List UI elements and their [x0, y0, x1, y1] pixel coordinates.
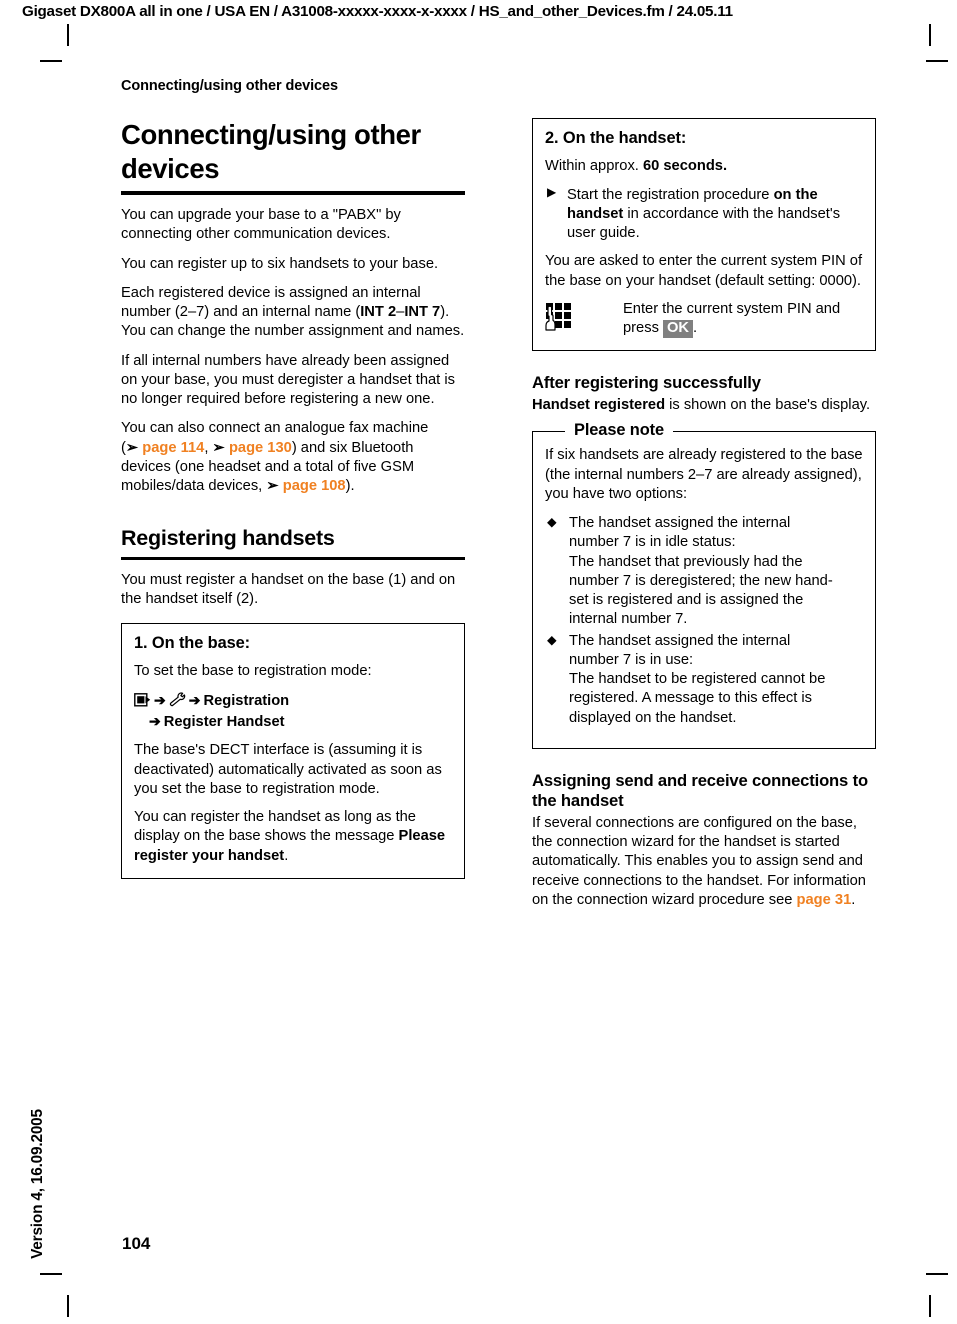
option-2-line-1: The handset assigned the internal [569, 632, 791, 649]
path-separator-arrow-3: ➔ [149, 712, 161, 729]
link-page-108[interactable]: page 108 [283, 478, 346, 494]
option-1-line-2: number 7 is in idle status: [569, 534, 736, 551]
section-intro-paragraph: You must register a handset on the base … [121, 571, 456, 607]
option-2-line-3: The handset to be registered cannot be [569, 671, 826, 688]
subsection-heading-after-registering: After registering successfully [532, 373, 761, 393]
procedure-bullet-list: Start the registration procedure on the … [545, 185, 863, 244]
paragraph-internal-name: Each registered device is assigned an in… [121, 284, 465, 342]
bold-int-2: INT 2 [360, 304, 397, 321]
list-item: The handset assigned the internal number… [545, 632, 863, 728]
arrow-icon: ➢ [266, 478, 283, 495]
text-comma: , [204, 439, 209, 456]
text-fragment: Within approx. [545, 158, 643, 175]
ok-key-badge[interactable]: OK [663, 320, 694, 339]
assigning-connections-body: If several connections are configured on… [532, 814, 876, 910]
menu-path-line-2: ➔ Register Handset [134, 712, 452, 733]
please-note-options-list: The handset assigned the internal number… [545, 514, 863, 728]
text-fragment: is shown on the base's display. [665, 397, 871, 414]
keypad-with-hand-icon [545, 302, 575, 332]
option-2-line-2: number 7 is in use: [569, 651, 694, 668]
list-item: The handset assigned the internal number… [545, 514, 863, 630]
text-period: . [851, 891, 856, 908]
arrow-icon: ➢ [212, 439, 229, 456]
text-period: . [693, 320, 698, 337]
link-page-31[interactable]: page 31 [797, 892, 852, 908]
bold-60-seconds: 60 seconds. [642, 158, 728, 175]
callout-paragraph-dect: The base's DECT interface is (assuming i… [134, 742, 442, 797]
option-1-line-4: number 7 is deregistered; the new hand- [569, 572, 833, 589]
intro-paragraph-2: You can register up to six handsets to y… [121, 255, 439, 272]
subsection-heading-assigning-connections: Assigning send and receive connections t… [532, 770, 868, 811]
paragraph-deregister: If all internal numbers have already bee… [121, 352, 455, 408]
bold-handset-registered: Handset registered [532, 397, 666, 414]
section-heading-registering-handsets: Registering handsets [121, 524, 465, 560]
path-separator-arrow-1: ➔ [154, 691, 166, 708]
text-fragment: Start the registration procedure [567, 186, 774, 203]
list-item: Start the registration procedure on the … [545, 185, 863, 244]
link-page-130[interactable]: page 130 [229, 440, 292, 456]
page-content: Connecting/using other devices Connectin… [0, 0, 957, 1324]
text-fragment: Enter the current system PIN and press [623, 300, 841, 337]
pin-entry-row: Enter the current system PIN and press O… [545, 300, 863, 339]
page-number: 104 [122, 1234, 151, 1253]
within-seconds-paragraph: Within approx. 60 seconds. [545, 157, 863, 176]
callout-intro-text: To set the base to registration mode: [134, 663, 372, 680]
menu-path: ➔ ➔ Registration ➔ Register Handset [134, 691, 452, 733]
system-pin-paragraph: You are asked to enter the current syste… [545, 253, 863, 289]
path-separator-arrow-2: ➔ [188, 691, 201, 708]
option-1-line-3: The handset that previously had the [569, 553, 803, 570]
display-with-arrow-icon [134, 692, 151, 707]
breadcrumb: Connecting/using other devices [121, 78, 338, 94]
link-page-114[interactable]: page 114 [142, 440, 204, 456]
option-2-line-4: registered. A message to this effect is [569, 690, 813, 707]
menu-item-register-handset[interactable]: Register Handset [164, 714, 285, 730]
option-2-line-5: displayed on the handset. [569, 709, 737, 726]
please-note-intro: If six handsets are already registered t… [545, 447, 863, 502]
version-stamp: Version 4, 16.09.2005 [29, 1109, 46, 1259]
page-title: Connecting/using other devices [121, 118, 465, 196]
text-period: . [284, 847, 289, 864]
callout-paragraph-display-message: You can register the handset as long as … [134, 808, 452, 866]
left-column: Connecting/using other devices You can u… [121, 118, 465, 910]
right-column: 2. On the handset: Within approx. 60 sec… [532, 118, 876, 910]
text-fragment: ). [345, 478, 355, 495]
arrow-icon: ➢ [125, 439, 143, 456]
option-1-line-1: The handset assigned the internal [569, 515, 791, 532]
two-column-layout: Connecting/using other devices You can u… [121, 118, 876, 910]
option-1-line-5: set is registered and is assigned the [569, 592, 804, 609]
menu-item-registration[interactable]: Registration [203, 693, 289, 709]
callout-title-on-the-handset: 2. On the handset: [545, 129, 687, 147]
wrench-settings-icon [169, 692, 186, 707]
pin-entry-icon-cell [545, 300, 623, 332]
please-note-legend: Please note [565, 420, 674, 442]
please-note-box: Please note If six handsets are already … [532, 420, 876, 749]
callout-box-on-the-handset: 2. On the handset: Within approx. 60 sec… [532, 118, 876, 352]
intro-paragraph-1: You can upgrade your base to a "PABX" by… [121, 207, 401, 243]
option-1-line-6: internal number 7. [569, 611, 688, 628]
text-fragment: You can register the handset as long as … [134, 809, 416, 845]
callout-box-on-the-base: 1. On the base: To set the base to regis… [121, 623, 465, 879]
callout-title-on-the-base: 1. On the base: [134, 634, 250, 652]
after-registering-body: Handset registered is shown on the base'… [532, 396, 876, 415]
paragraph-fax-bluetooth: You can also connect an analogue fax mac… [121, 419, 465, 496]
pin-entry-text-cell: Enter the current system PIN and press O… [623, 300, 863, 339]
bold-int-7: INT 7 [404, 304, 441, 321]
